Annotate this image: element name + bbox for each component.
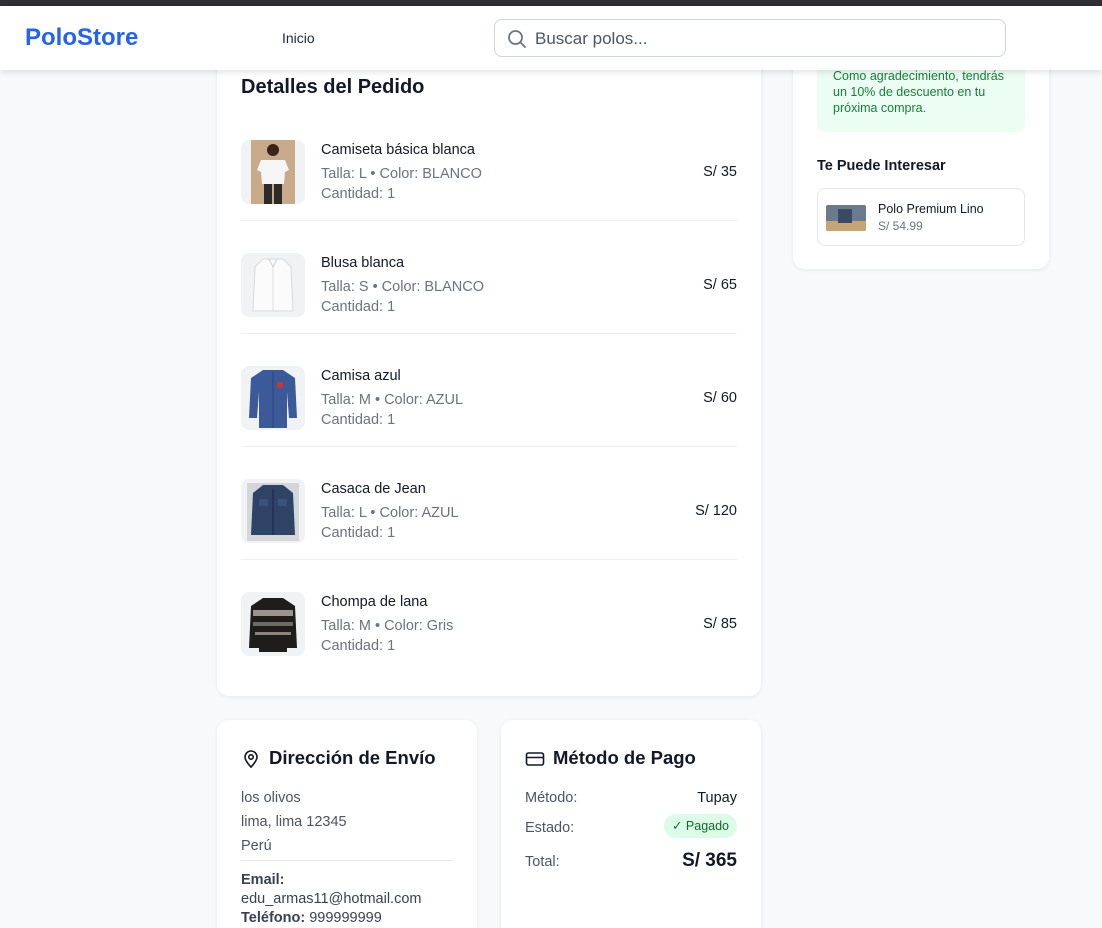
order-item: Casaca de Jean Talla: L • Color: AZUL Ca…	[241, 479, 737, 592]
order-item: Camiseta básica blanca Talla: L • Color:…	[241, 140, 737, 253]
item-name: Camisa azul	[321, 368, 401, 384]
order-details-card: Detalles del Pedido Camiseta básica blan…	[217, 50, 761, 696]
item-price: S/ 35	[703, 164, 737, 180]
item-quantity: Cantidad: 1	[321, 412, 396, 428]
product-thumbnail-white-blouse	[241, 253, 305, 317]
item-price: S/ 120	[695, 503, 737, 519]
map-pin-icon	[244, 750, 258, 769]
search-icon	[508, 30, 526, 48]
item-attributes: Talla: S • Color: BLANCO	[321, 279, 485, 295]
order-item: Blusa blanca Talla: S • Color: BLANCO Ca…	[241, 253, 737, 366]
search-input[interactable]	[535, 28, 985, 50]
payment-status-row: Estado: ✓ Pagado	[525, 814, 737, 844]
item-name: Blusa blanca	[321, 255, 405, 271]
suggested-product[interactable]: Polo Premium Lino S/ 54.99	[817, 188, 1025, 246]
total-value: S/ 365	[682, 850, 737, 871]
payment-method-card: Método de Pago Método: Tupay Estado: ✓ P…	[501, 720, 761, 928]
phone-value: 999999999	[309, 910, 382, 926]
logo[interactable]: PoloStore	[25, 24, 138, 52]
nav-link-inicio[interactable]: Inicio	[282, 30, 315, 46]
divider	[241, 220, 737, 221]
suggested-product-thumbnail	[826, 205, 866, 231]
phone-row: Teléfono: 999999999	[241, 910, 382, 926]
item-price: S/ 60	[703, 390, 737, 406]
order-sidebar-card: Como agradecimiento, tendrás un 10% de d…	[793, 40, 1049, 269]
suggested-product-price: S/ 54.99	[878, 219, 923, 233]
item-attributes: Talla: M • Color: AZUL	[321, 392, 464, 408]
shipping-address-card: Dirección de Envío los olivos lima, lima…	[217, 720, 477, 928]
order-item: Camisa azul Talla: M • Color: AZUL Canti…	[241, 366, 737, 479]
address-line-2: lima, lima 12345	[241, 814, 347, 830]
phone-label: Teléfono:	[241, 910, 306, 926]
payment-header: Método de Pago	[525, 747, 696, 769]
divider	[241, 333, 737, 334]
item-price: S/ 85	[703, 616, 737, 632]
address-line-1: los olivos	[241, 790, 301, 806]
order-details-title: Detalles del Pedido	[241, 76, 425, 98]
suggestions-title: Te Puede Interesar	[817, 158, 946, 174]
item-quantity: Cantidad: 1	[321, 525, 396, 541]
product-thumbnail-white-tshirt	[241, 140, 305, 204]
order-item: Chompa de lana Talla: M • Color: Gris Ca…	[241, 592, 737, 705]
search-box[interactable]	[494, 19, 1006, 57]
item-attributes: Talla: L • Color: AZUL	[321, 505, 459, 521]
payment-method-value: Tupay	[697, 790, 737, 806]
item-name: Casaca de Jean	[321, 481, 426, 497]
item-attributes: Talla: M • Color: Gris	[321, 618, 454, 634]
shipping-title: Dirección de Envío	[269, 747, 436, 768]
item-quantity: Cantidad: 1	[321, 299, 396, 315]
suggested-product-name: Polo Premium Lino	[878, 202, 984, 216]
payment-title: Método de Pago	[553, 747, 696, 768]
shipping-header: Dirección de Envío	[241, 747, 436, 769]
email-label: Email:	[241, 872, 285, 888]
product-thumbnail-blue-shirt	[241, 366, 305, 430]
item-attributes: Talla: L • Color: BLANCO	[321, 166, 482, 182]
divider	[241, 446, 737, 447]
payment-total-row: Total: S/ 365	[525, 850, 737, 878]
item-quantity: Cantidad: 1	[321, 186, 396, 202]
item-price: S/ 65	[703, 277, 737, 293]
product-thumbnail-denim-jacket	[241, 479, 305, 543]
item-name: Chompa de lana	[321, 594, 428, 610]
header: PoloStore Inicio	[0, 6, 1102, 70]
payment-status-label: Estado:	[525, 820, 575, 836]
credit-card-icon	[525, 752, 545, 766]
item-name: Camiseta básica blanca	[321, 142, 475, 158]
status-badge: ✓ Pagado	[663, 814, 737, 838]
product-thumbnail-wool-sweater	[241, 592, 305, 656]
email-value: edu_armas11@hotmail.com	[241, 891, 422, 907]
divider	[241, 559, 737, 560]
payment-method-label: Método:	[525, 790, 578, 806]
total-label: Total:	[525, 854, 560, 870]
payment-method-row: Método: Tupay	[525, 790, 737, 814]
item-quantity: Cantidad: 1	[321, 638, 396, 654]
divider	[241, 860, 453, 861]
address-country: Perú	[241, 838, 272, 854]
